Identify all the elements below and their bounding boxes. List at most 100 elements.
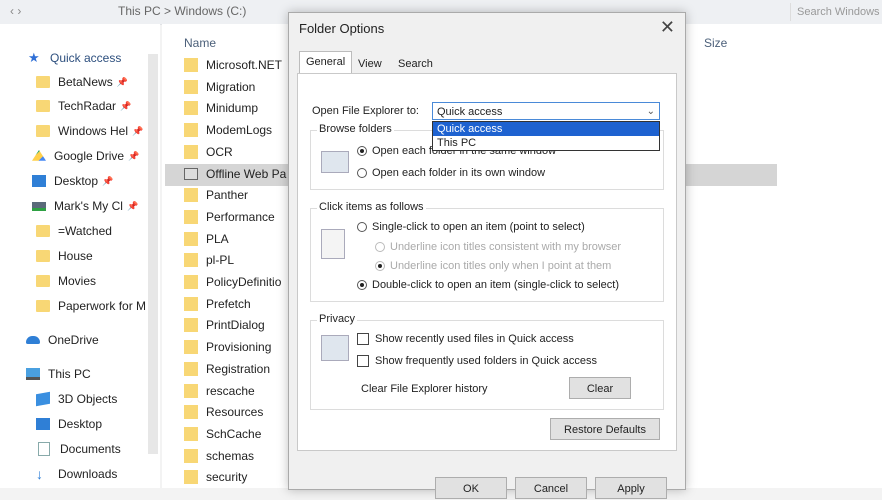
nav-item-label: Documents — [60, 442, 121, 456]
nav-item-betanews[interactable]: BetaNews 📌 — [36, 70, 128, 94]
nav-item-desktop-pc[interactable]: Desktop — [36, 412, 102, 436]
document-icon — [38, 442, 50, 456]
google-drive-icon — [32, 150, 46, 161]
nav-arrows-icon[interactable]: ‹ › — [10, 4, 21, 18]
file-name: Provisioning — [206, 340, 272, 355]
file-row[interactable]: PrintDialog — [184, 314, 265, 336]
nav-item-downloads[interactable]: ↓ Downloads — [36, 462, 117, 486]
radio-single-click[interactable]: Single-click to open an item (point to s… — [357, 221, 585, 233]
file-name: Microsoft.NET — [206, 58, 283, 72]
radio-label: Open each folder in its own window — [372, 167, 546, 179]
computer-icon — [26, 368, 40, 380]
nav-item-windows-help[interactable]: Windows Hel 📌 — [36, 119, 143, 143]
open-explorer-combo[interactable]: Quick access ⌄ — [432, 102, 660, 120]
radio-dot — [357, 168, 367, 178]
tab-search[interactable]: Search — [391, 53, 440, 75]
nav-item-house[interactable]: House — [36, 244, 93, 268]
nav-item-quick-access[interactable]: ★ Quick access — [28, 46, 121, 70]
file-row[interactable]: ModemLogs — [184, 119, 272, 141]
file-row[interactable]: SchCache — [184, 423, 261, 445]
file-row[interactable]: PolicyDefinitio — [184, 271, 281, 293]
checkbox-box — [357, 333, 369, 345]
file-name: PLA — [206, 231, 229, 246]
file-row[interactable]: Minidump — [184, 97, 258, 119]
pin-icon: 📌 — [120, 100, 132, 111]
general-tab-panel: Open File Explorer to: Quick access ⌄ Qu… — [297, 73, 677, 451]
restore-defaults-button[interactable]: Restore Defaults — [550, 418, 660, 440]
ok-button[interactable]: OK — [435, 477, 507, 499]
dropdown-option-quick-access[interactable]: Quick access — [433, 122, 659, 136]
nav-item-this-pc[interactable]: This PC — [26, 362, 91, 386]
folder-icon — [184, 209, 198, 224]
checkbox-label: Show recently used files in Quick access — [375, 333, 574, 345]
column-header-size[interactable]: Size — [704, 36, 727, 50]
file-row[interactable]: PLA — [184, 228, 229, 250]
file-row[interactable]: Migration — [184, 76, 255, 98]
nav-item-3d-objects[interactable]: 3D Objects — [36, 387, 117, 411]
nav-item-label: Desktop — [54, 174, 99, 188]
address-bar[interactable]: This PC > Windows (C:) — [118, 4, 246, 18]
nav-item-label: Desktop — [58, 417, 103, 431]
nav-item-google-drive[interactable]: Google Drive 📌 — [32, 144, 139, 168]
folder-icon — [184, 318, 198, 333]
dropdown-option-this-pc[interactable]: This PC — [433, 136, 659, 150]
folder-icon — [184, 361, 198, 376]
nav-item-documents[interactable]: Documents — [36, 437, 121, 461]
nav-item-paperwork[interactable]: Paperwork for M — [36, 294, 146, 318]
folder-icon — [184, 58, 198, 72]
tab-view[interactable]: View — [351, 53, 389, 75]
file-row[interactable]: Performance — [184, 206, 275, 228]
radio-underline-browser[interactable]: Underline icon titles consistent with my… — [375, 241, 621, 253]
nav-scrollbar[interactable] — [148, 54, 158, 454]
file-name: ModemLogs — [206, 123, 273, 138]
open-explorer-label: Open File Explorer to: — [312, 105, 419, 117]
file-row[interactable]: Prefetch — [184, 293, 251, 315]
pin-icon: 📌 — [126, 200, 139, 211]
cancel-button[interactable]: Cancel — [515, 477, 587, 499]
folder-icon — [184, 79, 198, 94]
radio-own-window[interactable]: Open each folder in its own window — [357, 167, 545, 179]
nav-item-onedrive[interactable]: OneDrive — [26, 328, 99, 352]
clear-button[interactable]: Clear — [569, 377, 631, 399]
navigation-pane: ★ Quick access BetaNews 📌 TechRadar 📌 Wind… — [0, 24, 160, 488]
search-input[interactable]: Search Windows — [790, 3, 882, 21]
file-row[interactable]: security — [184, 466, 247, 488]
folder-icon — [184, 275, 198, 289]
folder-icon — [36, 275, 50, 287]
radio-label: Double-click to open an item (single-cli… — [372, 279, 619, 291]
file-name: Offline Web Pa — [206, 166, 287, 181]
file-row[interactable]: Microsoft.NET — [184, 54, 282, 76]
file-row[interactable]: Registration — [184, 358, 270, 380]
column-header-name[interactable]: Name — [184, 36, 216, 50]
click-items-title: Click items as follows — [317, 201, 426, 213]
radio-double-click[interactable]: Double-click to open an item (single-cli… — [357, 279, 619, 291]
checkbox-recent-files[interactable]: Show recently used files in Quick access — [357, 333, 574, 345]
nav-item-watched[interactable]: =Watched — [36, 219, 112, 243]
file-name: rescache — [206, 383, 255, 398]
file-row[interactable]: OCR — [184, 141, 233, 163]
close-icon[interactable]: ✕ — [660, 17, 675, 38]
file-row[interactable]: schemas — [184, 445, 254, 467]
nav-item-network-drive[interactable]: Mark's My Cl 📌 — [32, 194, 138, 218]
file-row[interactable]: Offline Web Pa — [184, 163, 286, 185]
radio-label: Single-click to open an item (point to s… — [372, 221, 585, 233]
checkbox-frequent-folders[interactable]: Show frequently used folders in Quick ac… — [357, 355, 597, 367]
nav-item-label: House — [58, 249, 93, 263]
radio-label: Underline icon titles only when I point … — [390, 260, 612, 272]
file-row[interactable]: Provisioning — [184, 336, 271, 358]
apply-button[interactable]: Apply — [595, 477, 667, 499]
dialog-title: Folder Options — [299, 21, 385, 36]
nav-item-movies[interactable]: Movies — [36, 269, 96, 293]
file-row[interactable]: Resources — [184, 401, 263, 423]
file-name: OCR — [206, 144, 233, 159]
file-row[interactable]: pl-PL — [184, 249, 234, 271]
file-row[interactable]: Panther — [184, 184, 248, 206]
nav-item-techradar[interactable]: TechRadar 📌 — [36, 94, 131, 118]
file-row[interactable]: rescache — [184, 380, 255, 402]
folder-icon — [184, 470, 198, 485]
nav-item-desktop[interactable]: Desktop 📌 — [32, 169, 113, 193]
folder-icon — [36, 250, 50, 262]
cube-icon — [36, 391, 50, 407]
privacy-icon — [321, 335, 349, 361]
radio-underline-point[interactable]: Underline icon titles only when I point … — [375, 260, 611, 272]
